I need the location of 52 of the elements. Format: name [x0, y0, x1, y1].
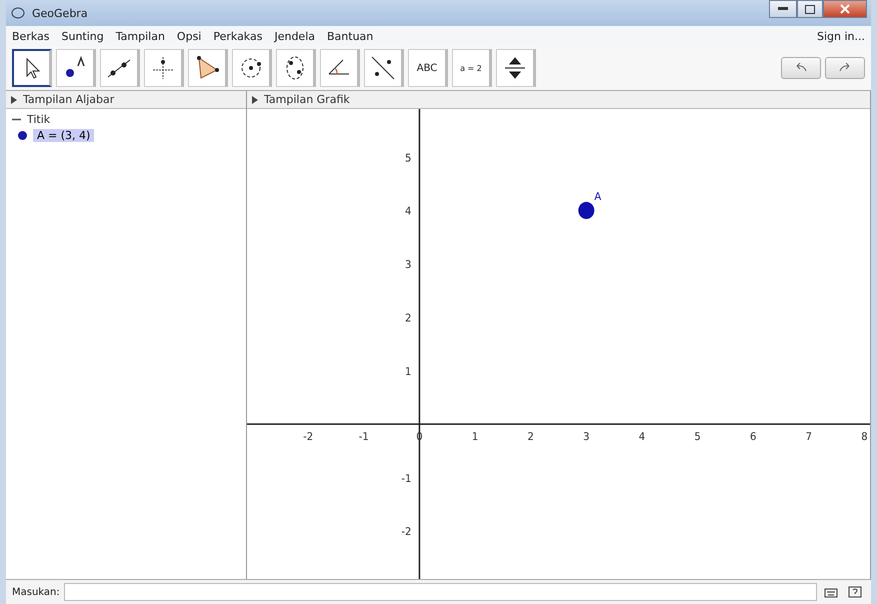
maximize-icon — [805, 4, 815, 14]
tick-label: 3 — [583, 430, 590, 444]
tick-label: 1 — [405, 366, 412, 378]
menu-item[interactable]: Tampilan — [116, 30, 165, 42]
menu-item[interactable]: Jendela — [274, 30, 315, 42]
minimize-button[interactable] — [769, 0, 797, 18]
algebra-entry[interactable]: A = (3, 4) — [33, 129, 94, 142]
tick-label: 7 — [806, 430, 812, 444]
tool-button[interactable]: ABC — [408, 49, 448, 87]
diagonal-line-icon — [369, 54, 397, 82]
input-label: Masukan: — [12, 586, 60, 598]
triangle-icon[interactable] — [11, 96, 17, 104]
tick-label: -2 — [401, 526, 412, 538]
tool-button[interactable] — [12, 49, 52, 87]
tick-label: 5 — [694, 430, 701, 444]
close-icon — [840, 4, 850, 14]
tick-label: 4 — [638, 430, 646, 444]
tick-label: 3 — [405, 258, 412, 272]
tick-label: 8 — [861, 430, 868, 444]
tick-label: 5 — [405, 152, 412, 164]
tick-label: 1 — [472, 430, 478, 444]
redo-button[interactable] — [825, 57, 865, 79]
panel-title: Tampilan Aljabar — [23, 93, 114, 106]
tree-node[interactable]: Titik — [27, 113, 50, 126]
point-dot[interactable] — [18, 131, 27, 140]
tick-label: 6 — [750, 430, 756, 444]
menu-item[interactable]: Perkakas — [213, 30, 262, 42]
tool-button[interactable]: a = 2 — [452, 49, 492, 87]
tick-label: 2 — [405, 312, 412, 325]
menu-item[interactable]: Sunting — [62, 30, 104, 42]
tick-label: 2 — [528, 430, 534, 444]
window-title: GeoGebra — [32, 6, 88, 20]
triangle-icon[interactable] — [252, 96, 258, 104]
point[interactable] — [578, 202, 594, 220]
input-field[interactable] — [64, 583, 817, 601]
panel-title: Tampilan Grafik — [264, 93, 350, 106]
menu-item[interactable]: Berkas — [12, 30, 50, 42]
minimize-icon — [778, 7, 788, 11]
sign-in-link[interactable]: Sign in... — [816, 30, 865, 42]
close-button[interactable] — [823, 0, 867, 18]
undo-icon — [794, 63, 808, 73]
menu-item[interactable]: Opsi — [176, 30, 202, 42]
point-label: A — [594, 190, 602, 203]
tick-label: -2 — [303, 430, 314, 444]
app-icon — [10, 5, 26, 21]
tick-label: 4 — [405, 205, 412, 218]
redo-icon — [838, 63, 852, 73]
menu-item[interactable]: Bantuan — [327, 30, 374, 42]
tick-label: -1 — [401, 472, 412, 485]
maximize-button[interactable] — [797, 0, 823, 18]
undo-button[interactable] — [781, 57, 821, 79]
tick-label: -1 — [358, 430, 369, 444]
